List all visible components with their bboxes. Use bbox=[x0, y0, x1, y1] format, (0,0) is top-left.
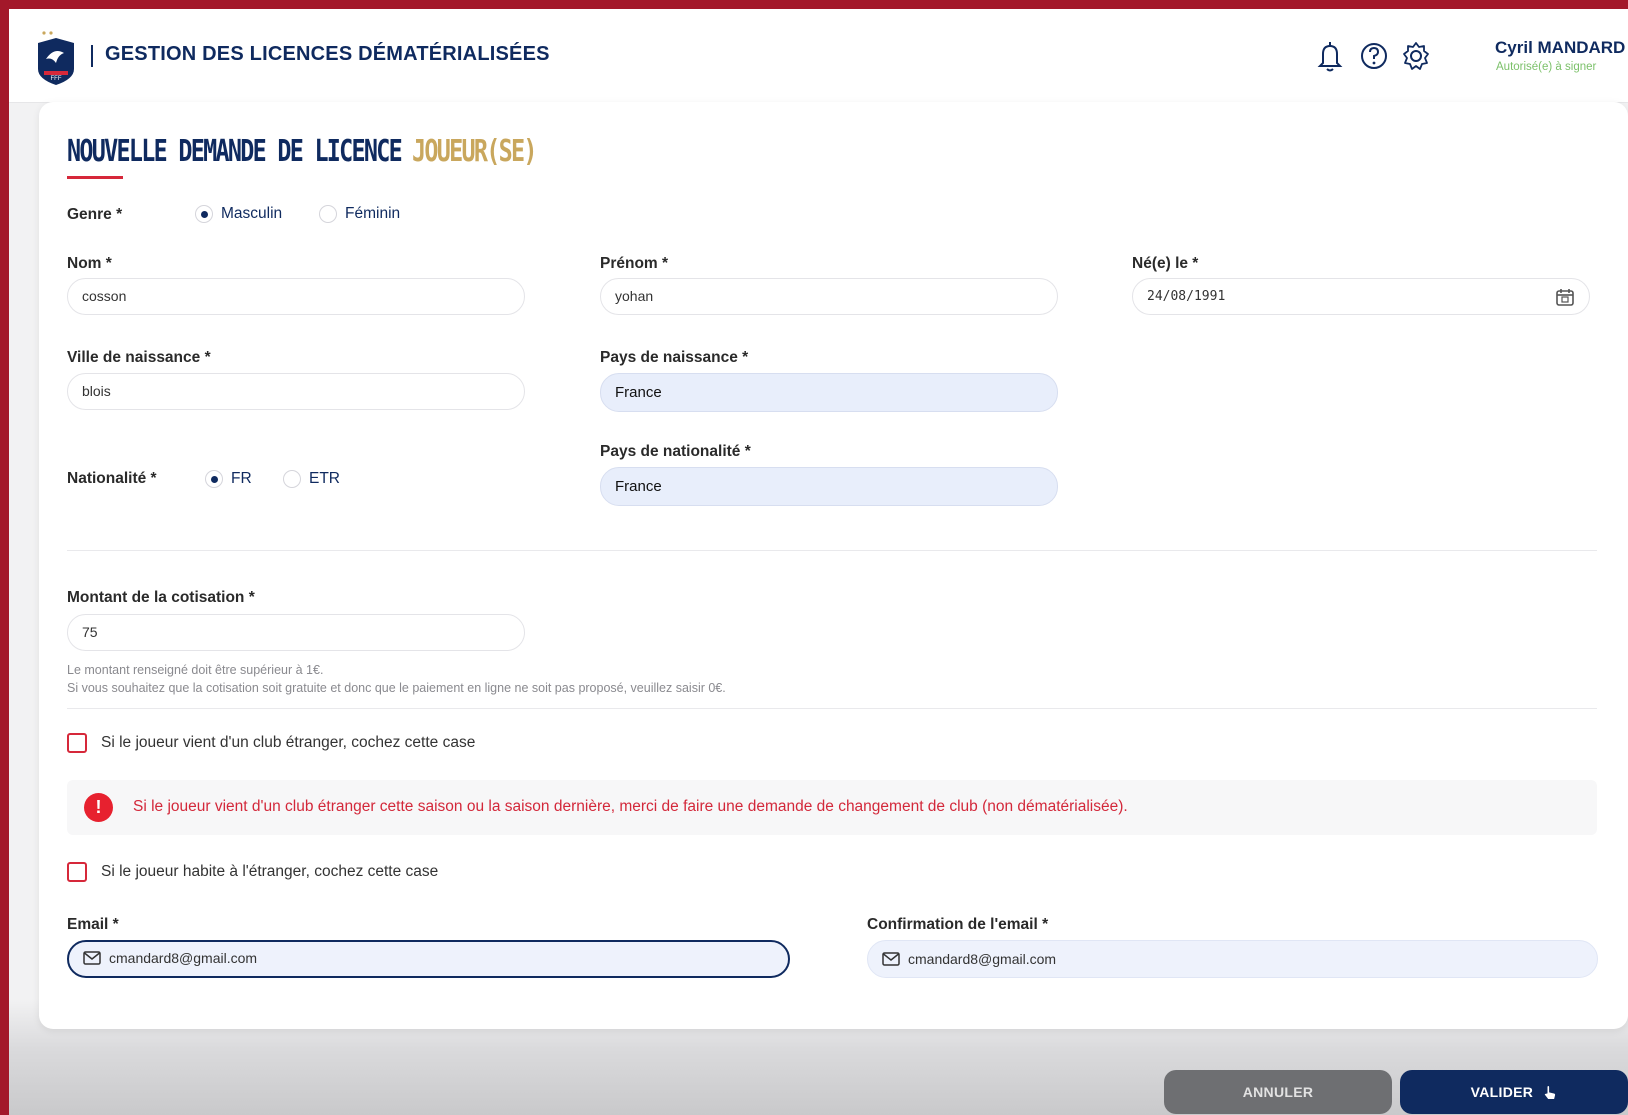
cotisation-input[interactable]: 75 bbox=[67, 614, 525, 651]
club-etranger-checkbox[interactable] bbox=[67, 733, 87, 753]
title-underline bbox=[67, 176, 123, 179]
prenom-label: Prénom * bbox=[600, 255, 669, 272]
alert-icon: ! bbox=[84, 793, 113, 822]
submit-button[interactable]: VALIDER bbox=[1400, 1070, 1628, 1114]
email-confirm-value: cmandard8@gmail.com bbox=[908, 951, 1057, 967]
email-value: cmandard8@gmail.com bbox=[109, 950, 258, 966]
nationalite-label: Nationalité * bbox=[67, 470, 157, 487]
nationalite-option-fr[interactable]: FR bbox=[205, 470, 252, 488]
radio-checked[interactable] bbox=[205, 470, 223, 488]
radio-checked[interactable] bbox=[195, 205, 213, 223]
email-confirm-input[interactable]: cmandard8@gmail.com bbox=[867, 940, 1598, 978]
radio-unchecked[interactable] bbox=[283, 470, 301, 488]
cotisation-help-2: Si vous souhaitez que la cotisation soit… bbox=[67, 681, 726, 695]
page-title: NOUVELLE DEMANDE DE LICENCE JOUEUR(SE) bbox=[67, 134, 537, 169]
nationalite-option-etr[interactable]: ETR bbox=[283, 470, 340, 488]
pays-naissance-label: Pays de naissance * bbox=[600, 349, 749, 366]
pays-naissance-select[interactable]: France bbox=[600, 373, 1058, 412]
nom-input[interactable]: cosson bbox=[67, 278, 525, 315]
email-label: Email * bbox=[67, 916, 119, 933]
top-bar: FFF GESTION DES LICENCES DÉMATÉRIALISÉES… bbox=[9, 9, 1628, 103]
ville-naissance-label: Ville de naissance * bbox=[67, 349, 211, 366]
radio-label: FR bbox=[231, 470, 252, 487]
habite-etranger-checkbox-row[interactable]: Si le joueur habite à l'étranger, cochez… bbox=[67, 862, 438, 882]
page-title-main: NOUVELLE DEMANDE DE LICENCE bbox=[67, 134, 403, 169]
submit-label: VALIDER bbox=[1470, 1084, 1534, 1100]
club-alert: ! Si le joueur vient d'un club étranger … bbox=[67, 780, 1597, 835]
mail-icon bbox=[882, 952, 900, 966]
ville-naissance-input[interactable]: blois bbox=[67, 373, 525, 410]
pays-nationalite-select[interactable]: France bbox=[600, 467, 1058, 506]
cotisation-help-1: Le montant renseigné doit être supérieur… bbox=[67, 663, 324, 677]
nom-label: Nom * bbox=[67, 255, 112, 272]
help-icon[interactable] bbox=[1359, 39, 1389, 73]
club-etranger-checkbox-row[interactable]: Si le joueur vient d'un club étranger, c… bbox=[67, 733, 475, 753]
hand-cursor-icon bbox=[1544, 1085, 1557, 1101]
section-divider bbox=[67, 708, 1597, 709]
user-name[interactable]: Cyril MANDARD bbox=[1495, 38, 1625, 58]
genre-label: Genre * bbox=[67, 206, 123, 223]
svg-text:FFF: FFF bbox=[51, 76, 62, 82]
title-divider bbox=[91, 45, 93, 67]
habite-etranger-label: Si le joueur habite à l'étranger, cochez… bbox=[101, 863, 439, 880]
naissance-value: 24/08/1991 bbox=[1147, 289, 1226, 304]
radio-label: ETR bbox=[309, 470, 340, 487]
pays-nationalite-label: Pays de nationalité * bbox=[600, 443, 751, 460]
genre-option-masculin[interactable]: Masculin bbox=[195, 205, 282, 223]
bell-icon[interactable] bbox=[1315, 39, 1345, 73]
radio-label: Masculin bbox=[221, 205, 283, 222]
email-confirm-label: Confirmation de l'email * bbox=[867, 916, 1049, 933]
cancel-button[interactable]: ANNULER bbox=[1164, 1070, 1392, 1114]
prenom-input[interactable]: yohan bbox=[600, 278, 1058, 315]
fff-logo: FFF bbox=[38, 31, 74, 85]
app-window: FFF GESTION DES LICENCES DÉMATÉRIALISÉES… bbox=[9, 9, 1628, 1115]
naissance-label: Né(e) le * bbox=[1132, 255, 1199, 272]
habite-etranger-checkbox[interactable] bbox=[67, 862, 87, 882]
club-etranger-label: Si le joueur vient d'un club étranger, c… bbox=[101, 734, 476, 751]
user-role: Autorisé(e) à signer bbox=[1496, 61, 1597, 73]
cotisation-label: Montant de la cotisation * bbox=[67, 589, 255, 606]
form-card bbox=[39, 102, 1628, 1029]
mail-icon bbox=[83, 951, 101, 965]
section-divider bbox=[67, 550, 1597, 551]
naissance-input[interactable]: 24/08/1991 bbox=[1132, 278, 1590, 315]
app-title: GESTION DES LICENCES DÉMATÉRIALISÉES bbox=[105, 43, 550, 65]
radio-label: Féminin bbox=[345, 205, 401, 222]
email-input[interactable]: cmandard8@gmail.com bbox=[67, 940, 790, 978]
alert-text: Si le joueur vient d'un club étranger ce… bbox=[133, 798, 1128, 815]
page-title-sub: JOUEUR(SE) bbox=[411, 134, 537, 169]
gear-icon[interactable] bbox=[1401, 39, 1431, 73]
calendar-icon[interactable] bbox=[1555, 287, 1575, 307]
genre-option-feminin[interactable]: Féminin bbox=[319, 205, 400, 223]
radio-unchecked[interactable] bbox=[319, 205, 337, 223]
